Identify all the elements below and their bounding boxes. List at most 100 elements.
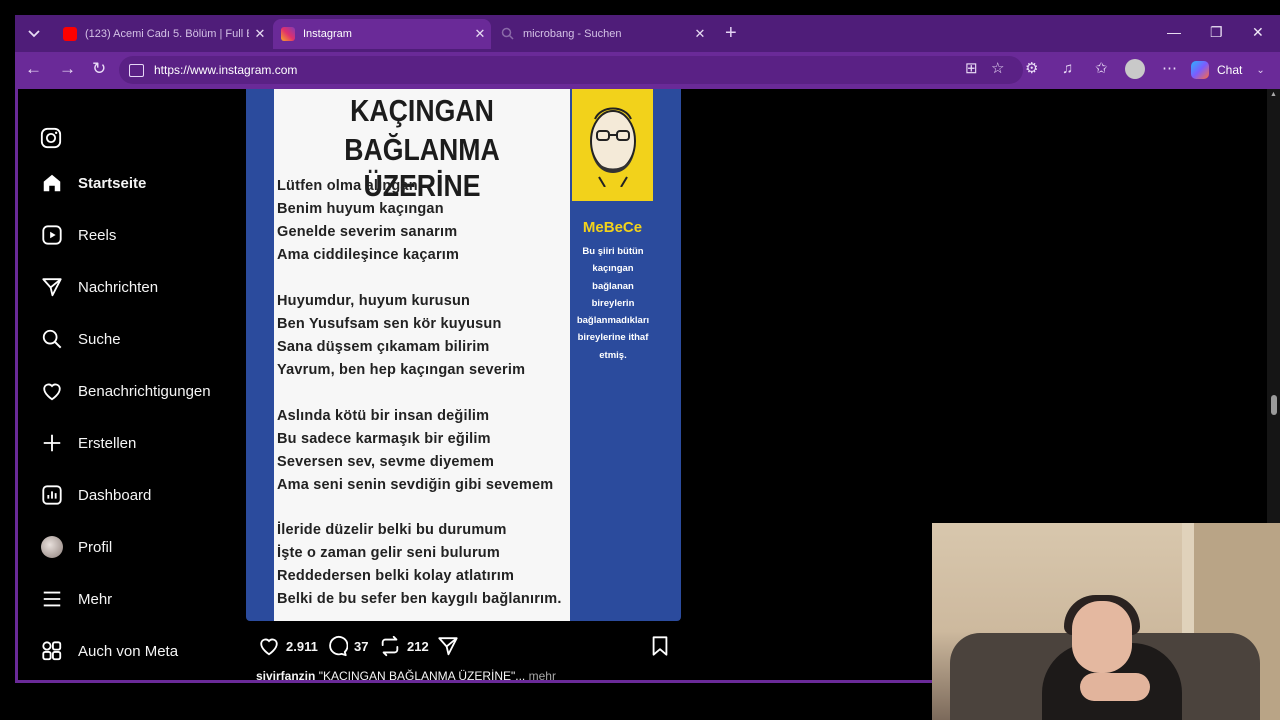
- webcam-overlay: [932, 523, 1280, 720]
- extensions-icon[interactable]: ⚙: [1025, 61, 1038, 77]
- close-tab-icon[interactable]: ✕: [469, 26, 491, 42]
- dedication-text: Bu şiiri bütün kaçıngan bağlanan bireyle…: [568, 243, 658, 364]
- reels-icon: [40, 223, 64, 247]
- reload-button[interactable]: ↻: [92, 60, 106, 78]
- address-bar[interactable]: https://www.instagram.com: [119, 56, 1023, 84]
- poem-line: Aslında kötü bir insan değilim: [277, 408, 490, 424]
- sidebar-item-reels[interactable]: Reels: [40, 220, 116, 250]
- post-actions: 2.911 37 212: [258, 633, 673, 659]
- sidebar-item-home[interactable]: Startseite: [40, 168, 146, 198]
- restore-button[interactable]: ❐: [1210, 24, 1223, 41]
- favorite-star-icon[interactable]: ☆: [991, 61, 1004, 77]
- poem-line: Genelde severim sanarım: [277, 224, 458, 240]
- poem-line: Huyumdur, huyum kurusun: [277, 293, 471, 309]
- dedication-line: bağlanan: [592, 280, 634, 292]
- home-icon: [40, 171, 64, 195]
- sidebar-item-profile[interactable]: Profil: [40, 532, 112, 562]
- close-tab-icon[interactable]: ✕: [689, 26, 711, 42]
- poem-title-line1: KAÇINGAN: [350, 93, 494, 128]
- caption-more-link[interactable]: mehr: [529, 669, 556, 680]
- poem-stanza: Aslında kötü bir insan değilim Bu sadece…: [277, 405, 577, 497]
- copilot-icon: [1191, 61, 1209, 79]
- like-count: 2.911: [286, 638, 318, 654]
- back-button[interactable]: ←: [25, 60, 42, 78]
- plus-icon: [40, 431, 64, 455]
- site-info-icon[interactable]: [129, 63, 144, 77]
- poem-line: İleride düzelir belki bu durumum: [277, 522, 507, 538]
- dedication-line: kaçıngan: [592, 263, 634, 275]
- tab-title: (123) Acemi Cadı 5. Bölüm | Full Bö: [85, 28, 249, 40]
- sidebar-item-more[interactable]: Mehr: [40, 584, 112, 614]
- tab-youtube[interactable]: (123) Acemi Cadı 5. Bölüm | Full Bö ✕: [55, 19, 271, 49]
- poem-stanza: İleride düzelir belki bu durumum İşte o …: [277, 519, 577, 611]
- post-caption: sivirfanzin "KAÇINGAN BAĞLANMA ÜZERİNE".…: [256, 669, 556, 680]
- heart-icon: [40, 379, 64, 403]
- share-button[interactable]: [437, 633, 465, 659]
- scrollbar-thumb[interactable]: [1271, 395, 1277, 415]
- menu-icon: [40, 587, 64, 611]
- minimize-button[interactable]: —: [1167, 24, 1181, 40]
- comment-icon: [329, 636, 348, 657]
- poem-line: Lütfen olma alıngan: [277, 178, 418, 194]
- close-tab-icon[interactable]: ✕: [249, 26, 271, 42]
- tab-instagram[interactable]: Instagram ✕: [273, 19, 491, 49]
- sidebar-item-search[interactable]: Suche: [40, 324, 121, 354]
- sidebar-item-messages[interactable]: Nachrichten: [40, 272, 158, 302]
- new-tab-button[interactable]: +: [725, 23, 737, 43]
- poem-line: Seversen sev, sevme diyemem: [277, 454, 495, 470]
- poem-stanza: Huyumdur, huyum kurusun Ben Yusufsam sen…: [277, 290, 577, 382]
- brand-name: MeBeCe: [582, 219, 643, 236]
- url-text[interactable]: https://www.instagram.com: [154, 63, 297, 77]
- repost-button[interactable]: 212: [379, 633, 429, 659]
- post-image[interactable]: KAÇINGAN BAĞLANMA ÜZERİNE Lütfen olma al…: [246, 89, 681, 621]
- app-available-icon[interactable]: ⊞: [965, 61, 978, 77]
- copilot-chat-button[interactable]: Chat ⌄: [1191, 58, 1265, 82]
- repost-count: 212: [407, 638, 429, 654]
- scroll-up-arrow-icon[interactable]: ▲: [1270, 91, 1277, 98]
- sidebar-item-label: Dashboard: [78, 486, 152, 504]
- author-portrait: [572, 89, 653, 201]
- caption-username[interactable]: sivirfanzin: [256, 669, 315, 680]
- poem-line: Yavrum, ben hep kaçıngan severim: [277, 362, 526, 378]
- tab-title: Instagram: [303, 28, 352, 40]
- comment-button[interactable]: 37: [326, 633, 368, 659]
- repost-icon: [381, 635, 399, 657]
- sidebar-item-label: Auch von Meta: [78, 642, 179, 660]
- sidebar-item-dashboard[interactable]: Dashboard: [40, 480, 151, 510]
- sidebar-item-create[interactable]: Erstellen: [40, 428, 136, 458]
- chat-label: Chat: [1217, 63, 1243, 77]
- like-button[interactable]: 2.911: [258, 633, 318, 659]
- forward-button[interactable]: →: [59, 60, 76, 78]
- dedication-line: bireylerine ithaf: [577, 332, 649, 344]
- webcam-person-hands: [1080, 673, 1150, 701]
- sidebar-item-label: Startseite: [78, 174, 147, 192]
- instagram-icon: [281, 27, 295, 41]
- sidebar-item-notifications[interactable]: Benachrichtigungen: [40, 376, 211, 406]
- poem-line: Sana düşsem çıkamam bilirim: [277, 339, 490, 355]
- chevron-down-icon: [28, 30, 40, 38]
- meta-apps-icon: [40, 639, 64, 663]
- profile-avatar: [40, 535, 64, 559]
- instagram-sidebar: Startseite Reels Nachrichten Suche Benac…: [18, 89, 243, 680]
- search-icon: [501, 27, 515, 41]
- profile-avatar[interactable]: [1125, 59, 1145, 79]
- dedication-line: bağlanmadıkları: [576, 315, 650, 327]
- chevron-down-icon[interactable]: ⌄: [1256, 65, 1264, 76]
- tab-strip: (123) Acemi Cadı 5. Bölüm | Full Bö ✕ In…: [15, 15, 1280, 52]
- instagram-icon[interactable]: [40, 127, 62, 149]
- tab-title: microbang - Suchen: [523, 28, 622, 40]
- poem-line: Bu sadece karmaşık bir eğilim: [277, 431, 491, 447]
- poem-line: İşte o zaman gelir seni bulurum: [277, 545, 500, 561]
- sidebar-item-label: Profil: [78, 538, 113, 556]
- close-window-button[interactable]: ✕: [1252, 24, 1264, 41]
- sidebar-item-meta[interactable]: Auch von Meta: [40, 636, 178, 666]
- save-button[interactable]: [650, 633, 676, 659]
- tab-search[interactable]: microbang - Suchen ✕: [493, 19, 711, 49]
- media-control-icon[interactable]: ♫: [1062, 61, 1073, 77]
- favorites-icon[interactable]: ✩: [1095, 61, 1108, 77]
- poem-paper: KAÇINGAN BAĞLANMA ÜZERİNE Lütfen olma al…: [274, 89, 570, 621]
- more-options-icon[interactable]: ⋯: [1162, 61, 1177, 77]
- tab-actions-menu-button[interactable]: [21, 21, 47, 47]
- poem-line: Ben Yusufsam sen kör kuyusun: [277, 316, 502, 332]
- poem-stanza: Lütfen olma alıngan Benim huyum kaçıngan…: [277, 175, 577, 267]
